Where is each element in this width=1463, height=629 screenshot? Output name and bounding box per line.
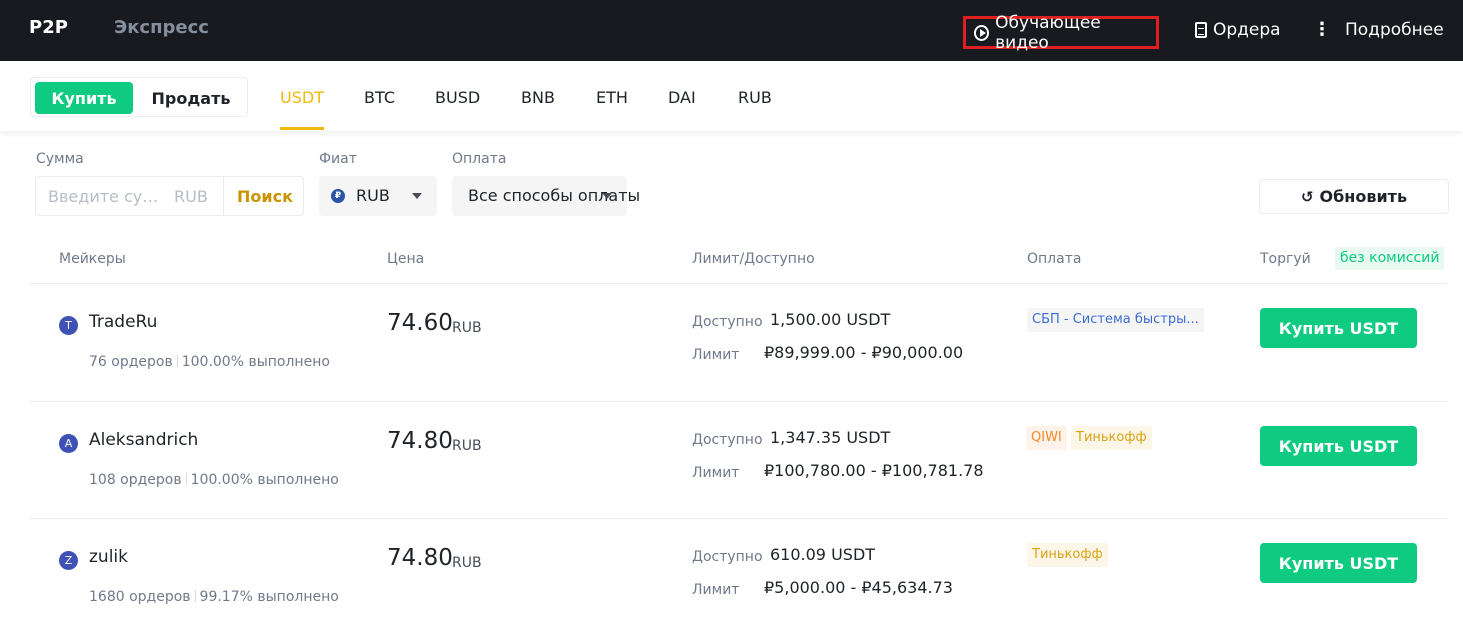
payment-method-select[interactable]: Все способы оплаты xyxy=(452,176,640,216)
maker-name[interactable]: Aleksandrich xyxy=(89,430,198,450)
ruble-icon: ₽ xyxy=(331,189,345,203)
limit-label: Лимит xyxy=(692,465,740,481)
orders-link[interactable]: Ордера xyxy=(1195,20,1281,40)
header-price: Цена xyxy=(387,251,425,267)
limit-label: Лимит xyxy=(692,347,740,363)
maker-name[interactable]: zulik xyxy=(89,547,128,567)
stat-divider xyxy=(185,473,187,485)
completion-rate: 99.17% выполнено xyxy=(199,589,339,605)
header-payment: Оплата xyxy=(1027,251,1082,267)
table-row: T TradeRu 76 ордеров 100.00% выполнено 74… xyxy=(0,284,1463,401)
refresh-button[interactable]: ↺ Обновить xyxy=(1259,179,1449,214)
tab-express[interactable]: Экспресс xyxy=(114,17,209,38)
trade-subbar: Купить Продать USDT BTC BUSD BNB ETH DAI… xyxy=(0,61,1463,131)
limit-value: ₽89,999.00 - ₽90,000.00 xyxy=(764,343,964,362)
refresh-icon: ↺ xyxy=(1300,187,1314,206)
sell-toggle-button[interactable]: Продать xyxy=(141,82,241,114)
maker-stats: 108 ордеров 100.00% выполнено xyxy=(89,472,339,488)
available-label: Доступно xyxy=(692,314,763,330)
completion-rate: 100.00% выполнено xyxy=(190,472,339,488)
buy-usdt-button[interactable]: Купить USDT xyxy=(1260,308,1417,348)
tab-p2p[interactable]: P2P xyxy=(29,17,68,38)
table-row: Z zulik 1680 ордеров 99.17% выполнено 74.… xyxy=(0,519,1463,629)
buy-usdt-button[interactable]: Купить USDT xyxy=(1260,426,1417,466)
coin-tab-busd[interactable]: BUSD xyxy=(435,88,480,107)
document-icon xyxy=(1195,22,1207,38)
play-icon xyxy=(974,24,990,41)
price-currency: RUB xyxy=(452,438,482,454)
orders-count: 108 ордеров xyxy=(89,472,182,488)
no-commission-badge: без комиссий xyxy=(1335,247,1445,270)
header-makers: Мейкеры xyxy=(59,251,126,267)
limit-label: Лимит xyxy=(692,582,740,598)
avatar: T xyxy=(59,316,78,335)
orders-count: 1680 ордеров xyxy=(89,589,191,605)
price-currency: RUB xyxy=(452,320,482,336)
more-vertical-icon: ⋮ xyxy=(1313,19,1331,40)
payment-tag: Тинькофф xyxy=(1071,426,1152,450)
limit-value: ₽5,000.00 - ₽45,634.73 xyxy=(764,578,953,597)
payment-tag: QIWI xyxy=(1026,426,1067,450)
buy-toggle-button[interactable]: Купить xyxy=(35,82,133,114)
tutorial-video-label: Обучающее видео xyxy=(995,12,1101,53)
amount-divider xyxy=(223,177,224,215)
search-button[interactable]: Поиск xyxy=(237,187,293,206)
maker-name[interactable]: TradeRu xyxy=(89,312,157,332)
amount-input[interactable]: Введите сумму xyxy=(48,187,160,206)
amount-label: Сумма xyxy=(36,151,84,167)
orders-label: Ордера xyxy=(1213,20,1281,40)
payment-label: Оплата xyxy=(452,151,507,167)
coin-tab-bnb[interactable]: BNB xyxy=(521,88,555,107)
fiat-select[interactable]: ₽ RUB xyxy=(319,176,437,216)
coin-tab-dai[interactable]: DAI xyxy=(668,88,696,107)
tutorial-video-link[interactable]: Обучающее видео xyxy=(963,13,1159,53)
chevron-down-icon xyxy=(602,193,612,199)
buy-sell-toggle: Купить Продать xyxy=(30,77,248,117)
available-label: Доступно xyxy=(692,432,763,448)
fiat-value: RUB xyxy=(356,186,390,205)
avatar: A xyxy=(59,434,78,453)
coin-tab-btc[interactable]: BTC xyxy=(364,88,395,107)
amount-input-group: Введите сумму RUB Поиск xyxy=(35,176,304,216)
maker-stats: 76 ордеров 100.00% выполнено xyxy=(89,354,330,370)
coin-tab-eth[interactable]: ETH xyxy=(596,88,628,107)
buy-usdt-button[interactable]: Купить USDT xyxy=(1260,543,1417,583)
more-menu[interactable]: ⋮ Подробнее xyxy=(1313,20,1444,40)
more-label: Подробнее xyxy=(1345,20,1444,40)
top-navbar: P2P Экспресс Обучающее видео Ордера ⋮ По… xyxy=(0,0,1463,61)
amount-currency: RUB xyxy=(174,187,208,206)
stat-divider xyxy=(194,590,196,602)
payment-method-value: Все способы оплаты xyxy=(468,186,641,205)
payment-tag: Тинькофф xyxy=(1027,543,1108,567)
chevron-down-icon xyxy=(412,193,422,199)
header-limit: Лимит/Доступно xyxy=(692,251,815,267)
available-value: 1,347.35 USDT xyxy=(770,428,891,447)
price-currency: RUB xyxy=(452,555,482,571)
orders-count: 76 ордеров xyxy=(89,354,173,370)
header-trade: Торгуй xyxy=(1260,251,1311,267)
available-value: 1,500.00 USDT xyxy=(770,310,891,329)
price-value: 74.80 xyxy=(387,428,453,454)
coin-tab-rub[interactable]: RUB xyxy=(738,88,772,107)
completion-rate: 100.00% выполнено xyxy=(181,354,330,370)
stat-divider xyxy=(176,355,178,367)
avatar: Z xyxy=(59,551,78,570)
price-value: 74.60 xyxy=(387,310,453,336)
refresh-label: Обновить xyxy=(1319,187,1408,206)
fiat-label: Фиат xyxy=(319,151,357,167)
price-value: 74.80 xyxy=(387,545,453,571)
payment-tag: СБП - Система быстры... xyxy=(1027,308,1204,332)
coin-tab-usdt[interactable]: USDT xyxy=(280,88,324,107)
table-row: A Aleksandrich 108 ордеров 100.00% выполн… xyxy=(0,402,1463,519)
maker-stats: 1680 ордеров 99.17% выполнено xyxy=(89,589,339,605)
available-value: 610.09 USDT xyxy=(770,545,876,564)
available-label: Доступно xyxy=(692,549,763,565)
active-tab-indicator xyxy=(280,127,324,130)
limit-value: ₽100,780.00 - ₽100,781.78 xyxy=(764,461,984,480)
